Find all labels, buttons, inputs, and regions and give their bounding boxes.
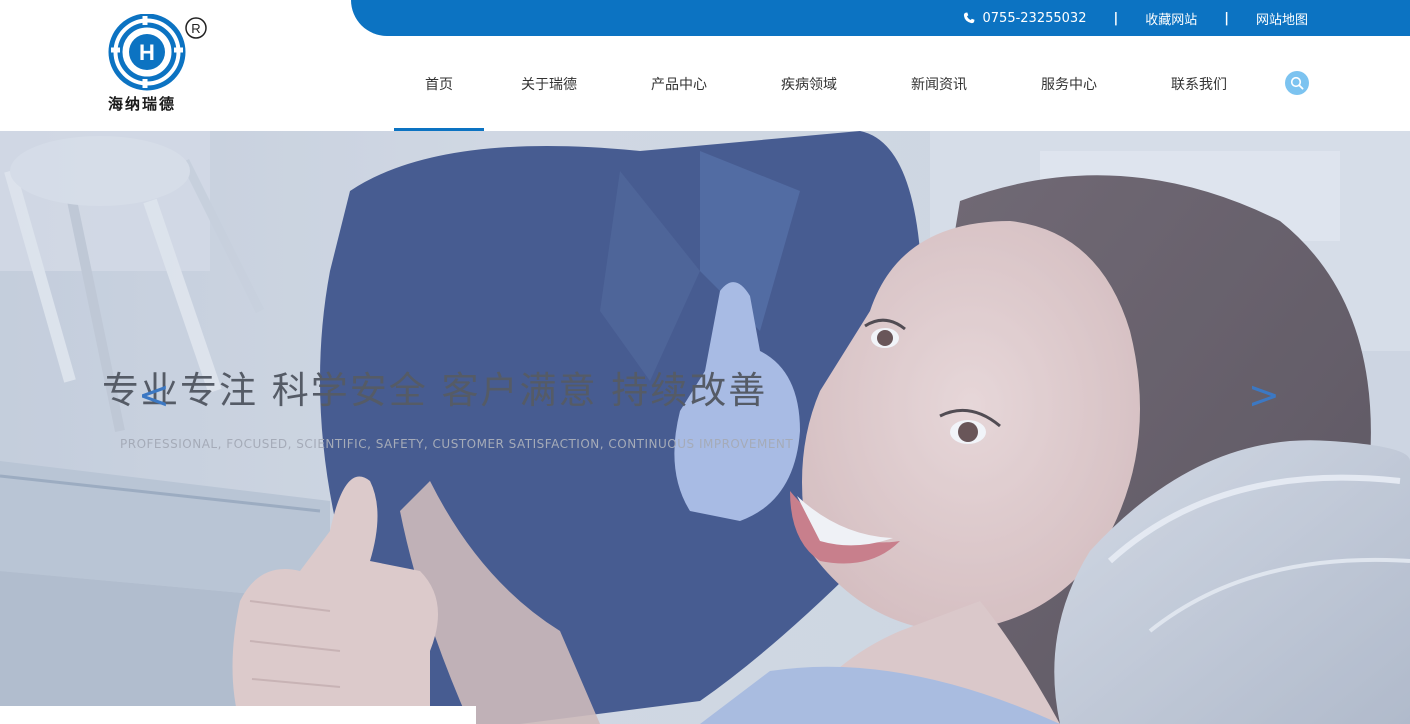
nav-item-news[interactable]: 新闻资讯 xyxy=(874,36,1004,131)
slider-prev-arrow[interactable]: < xyxy=(138,376,170,414)
logo-emblem-icon: H R xyxy=(108,13,207,91)
nav-item-products[interactable]: 产品中心 xyxy=(614,36,744,131)
top-bar: 0755-23255032 | 收藏网站 | 网站地图 xyxy=(351,0,1410,36)
banner-slogan: 专业专注 科学安全 客户满意 持续改善 xyxy=(102,369,768,412)
registered-mark: R xyxy=(191,21,200,36)
hero-banner: 专业专注 科学安全 客户满意 持续改善 PROFESSIONAL, FOCUSE… xyxy=(0,131,1410,724)
nav-item-contact[interactable]: 联系我们 xyxy=(1134,36,1264,131)
site-header: H R 海纳瑞德 0755-23255032 | 收藏网站 | 网站地图 首页 … xyxy=(0,0,1410,131)
sitemap-link[interactable]: 网站地图 xyxy=(1256,9,1308,28)
logo-letter: H xyxy=(139,40,155,65)
logo-name: 海纳瑞德 xyxy=(108,95,177,113)
phone-number: 0755-23255032 xyxy=(982,10,1087,26)
phone-contact[interactable]: 0755-23255032 xyxy=(963,10,1087,26)
search-icon xyxy=(1290,76,1304,90)
main-nav: 首页 关于瑞德 产品中心 疾病领域 新闻资讯 服务中心 联系我们 xyxy=(394,36,1264,131)
slider-next-arrow[interactable]: > xyxy=(1248,376,1280,414)
search-button[interactable] xyxy=(1285,71,1309,95)
nav-item-service[interactable]: 服务中心 xyxy=(1004,36,1134,131)
nav-item-about[interactable]: 关于瑞德 xyxy=(484,36,614,131)
separator: | xyxy=(1224,10,1229,26)
banner-subtitle: PROFESSIONAL, FOCUSED, SCIENTIFIC, SAFET… xyxy=(120,437,794,451)
separator: | xyxy=(1113,10,1119,26)
nav-item-diseases[interactable]: 疾病领域 xyxy=(744,36,874,131)
phone-icon xyxy=(963,12,975,24)
bookmark-link[interactable]: 收藏网站 xyxy=(1145,9,1197,28)
banner-photo xyxy=(0,131,1410,724)
nav-item-home[interactable]: 首页 xyxy=(394,36,484,131)
content-strip xyxy=(0,706,476,724)
